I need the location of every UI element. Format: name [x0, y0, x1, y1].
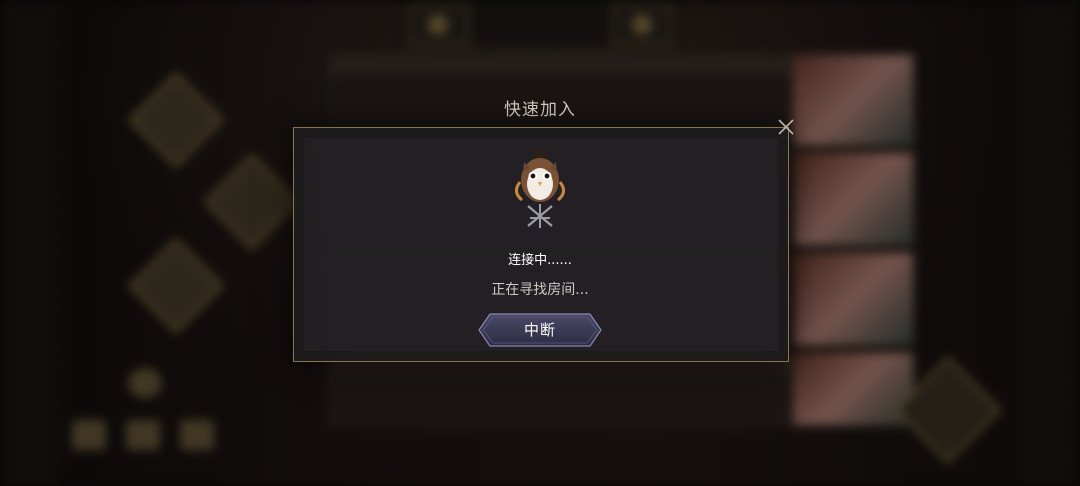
abort-button-label: 中断	[523, 321, 556, 339]
dialog-title: 快速加入	[504, 100, 576, 120]
abort-button[interactable]: 中断	[478, 313, 602, 347]
searching-room-text: 正在寻找房间...	[491, 282, 589, 298]
close-button[interactable]	[772, 113, 800, 141]
owl-mascot-icon	[508, 146, 572, 230]
close-icon	[778, 119, 794, 135]
connection-status-text: 连接中......	[508, 253, 572, 268]
